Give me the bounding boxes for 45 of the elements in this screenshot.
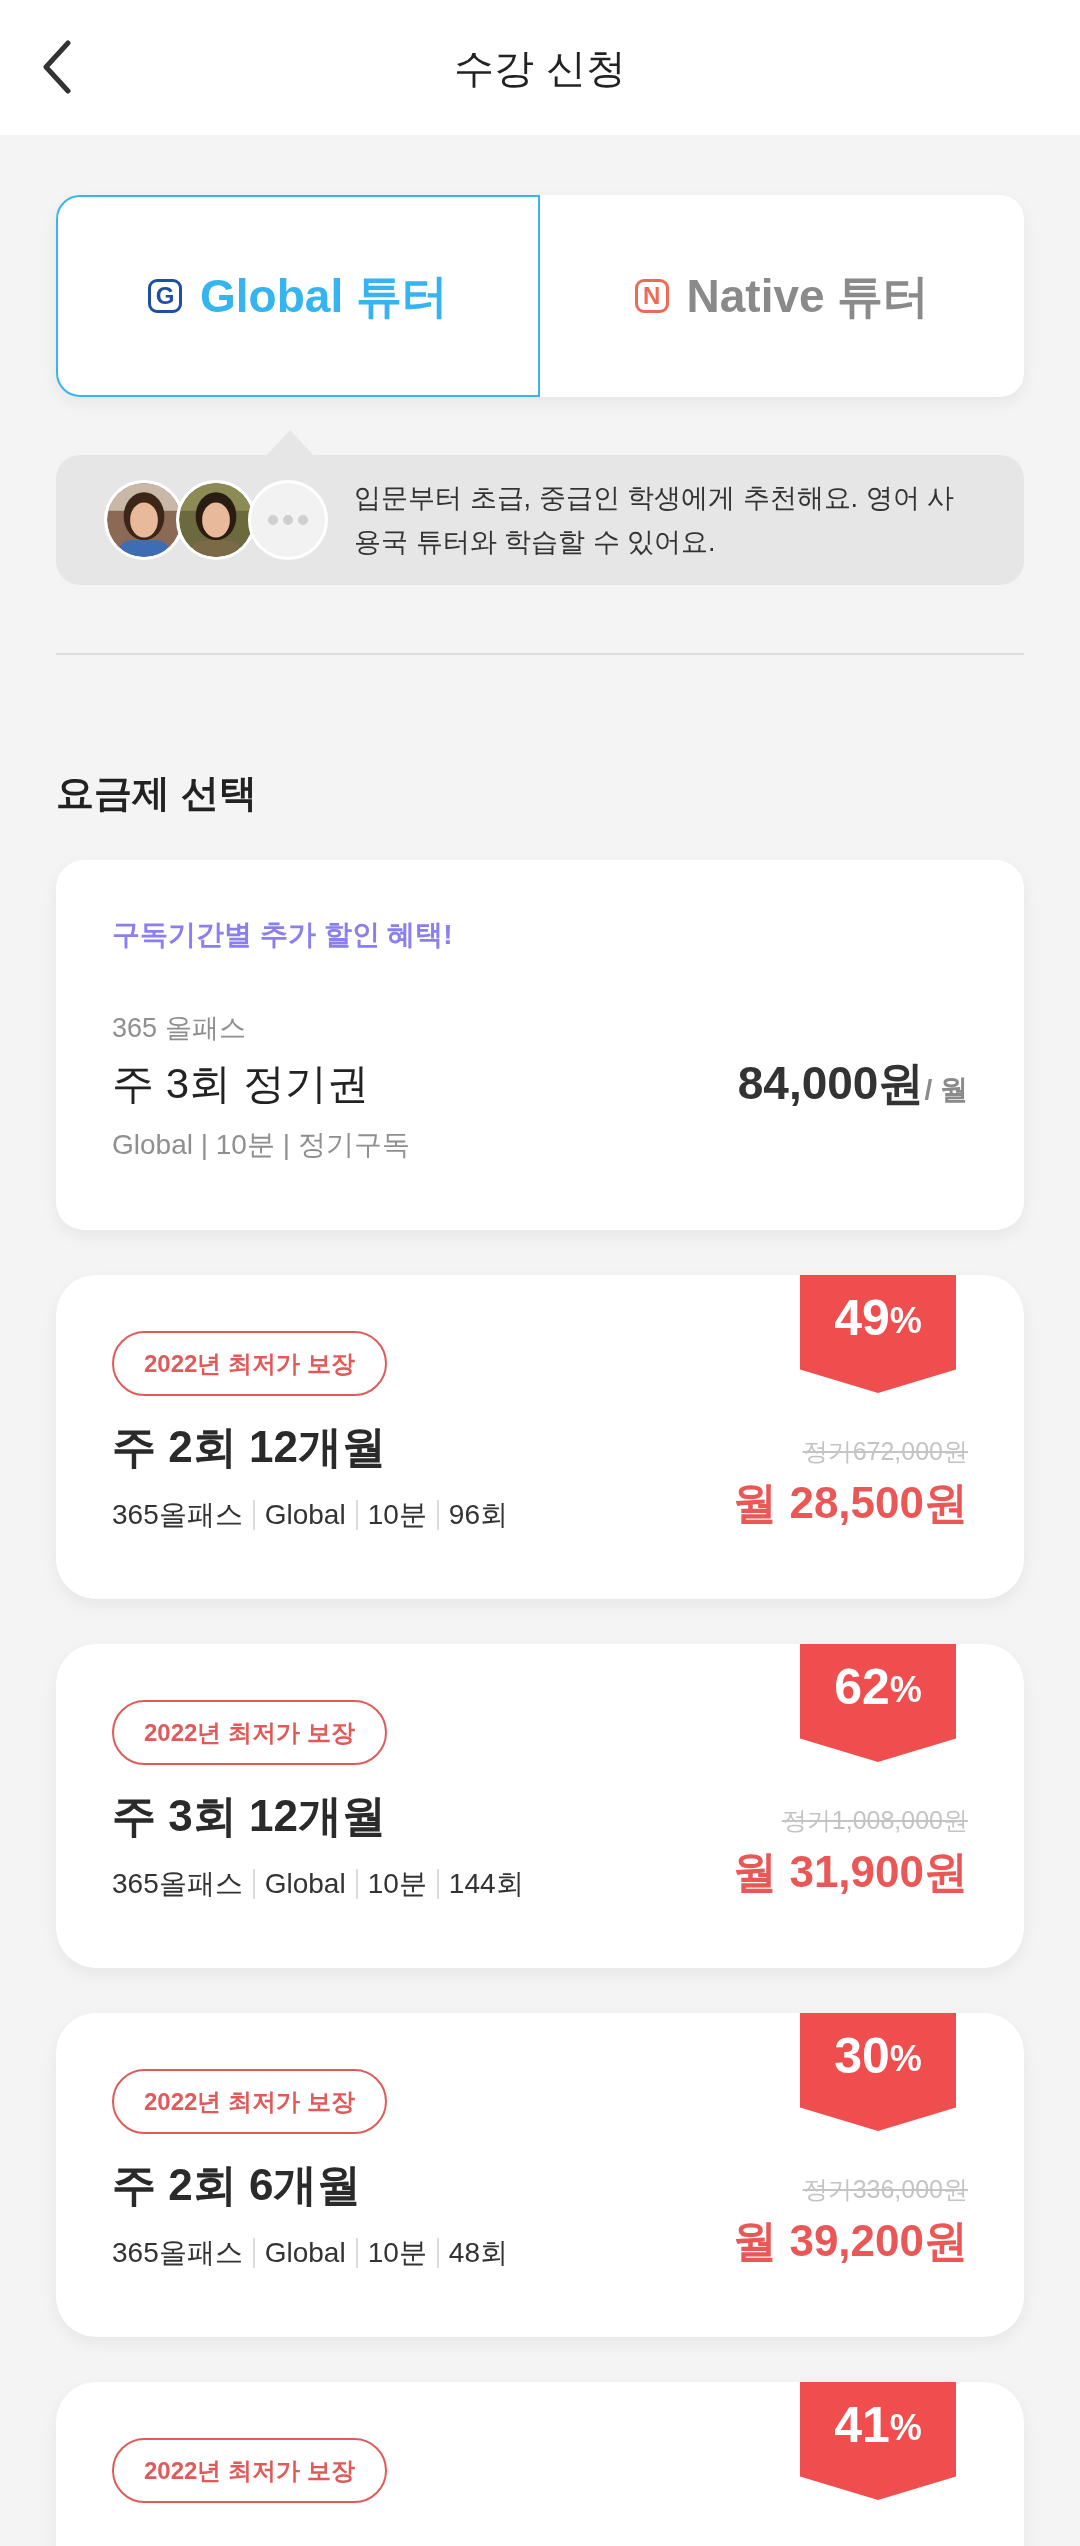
plan-name: 주 3회 정기권 <box>112 1058 369 1109</box>
offer-tag: Global <box>264 1494 346 1536</box>
lowest-price-badge: 2022년 최저가 보장 <box>112 2438 387 2503</box>
section-title: 요금제 선택 <box>56 771 258 816</box>
offer-tag: 365올패스 <box>112 1494 243 1536</box>
offer-price: 월 31,900원 <box>733 1846 968 1898</box>
offer-tag: 10분 <box>367 2232 427 2274</box>
list-price: 정가672,000원 <box>802 1435 968 1467</box>
offer-card[interactable]: 49% 2022년 최저가 보장 주 2회 12개월 365올패스 Global 10분 96회 정가672,000원 월 28,500원 <box>56 1275 1024 1599</box>
tutor-description: 입문부터 초급, 중급인 학생에게 추천해요. 영어 사용국 튜터와 학습할 수 있어요. <box>354 482 955 559</box>
offer-tag: Global <box>264 2232 346 2274</box>
offer-card[interactable]: 62% 2022년 최저가 보장 주 3회 12개월 365올패스 Global 10분 144회 정가1,008,000원 월 31,900원 <box>56 1644 1024 1968</box>
offer-card[interactable]: 41% 2022년 최저가 보장 <box>56 2382 1024 2546</box>
offer-tag: 144회 <box>448 1863 524 1905</box>
offer-tag: 365올패스 <box>112 2232 243 2274</box>
promo-text: 구독기간별 추가 할인 혜택! <box>112 918 453 952</box>
offer-title: 주 3회 12개월 <box>112 1790 387 1842</box>
offer-tag: 96회 <box>448 1494 508 1536</box>
back-icon[interactable] <box>42 40 72 94</box>
price-unit: / 월 <box>924 1072 968 1107</box>
offer-tag: 365올패스 <box>112 1863 243 1905</box>
offer-price: 월 39,200원 <box>733 2215 968 2267</box>
offer-tag: 10분 <box>367 1863 427 1905</box>
plan-card[interactable]: 구독기간별 추가 할인 혜택! 365 올패스 주 3회 정기권 84,000원/ 월 Global | 10분 | 정기구독 <box>56 860 1024 1230</box>
lowest-price-badge: 2022년 최저가 보장 <box>112 1331 387 1396</box>
discount-ribbon: 30% <box>800 2013 956 2131</box>
plan-category: 365 올패스 <box>112 1012 246 1045</box>
tutor-tab[interactable]: G Global 튜터 <box>56 195 540 397</box>
offer-card[interactable]: 30% 2022년 최저가 보장 주 2회 6개월 365올패스 Global 10분 48회 정가336,000원 월 39,200원 <box>56 2013 1024 2337</box>
discount-ribbon: 62% <box>800 1644 956 1762</box>
plan-details: Global | 10분 | 정기구독 <box>112 1127 410 1162</box>
offer-tag: Global <box>264 1863 346 1905</box>
offer-tag: 48회 <box>448 2232 508 2274</box>
list-price: 정가336,000원 <box>802 2173 968 2205</box>
lowest-price-badge: 2022년 최저가 보장 <box>112 2069 387 2134</box>
discount-ribbon: 41% <box>800 2382 956 2500</box>
list-price: 정가1,008,000원 <box>781 1804 968 1836</box>
offer-tag: 10분 <box>367 1494 427 1536</box>
offer-title: 주 2회 6개월 <box>112 2159 363 2211</box>
discount-ribbon: 49% <box>800 1275 956 1393</box>
lowest-price-badge: 2022년 최저가 보장 <box>112 1700 387 1765</box>
offer-title: 주 2회 12개월 <box>112 1421 387 1473</box>
page-title: 수강 신청 <box>454 44 626 92</box>
plan-price: 84,000원 <box>737 1055 925 1111</box>
offer-price: 월 28,500원 <box>733 1477 968 1529</box>
